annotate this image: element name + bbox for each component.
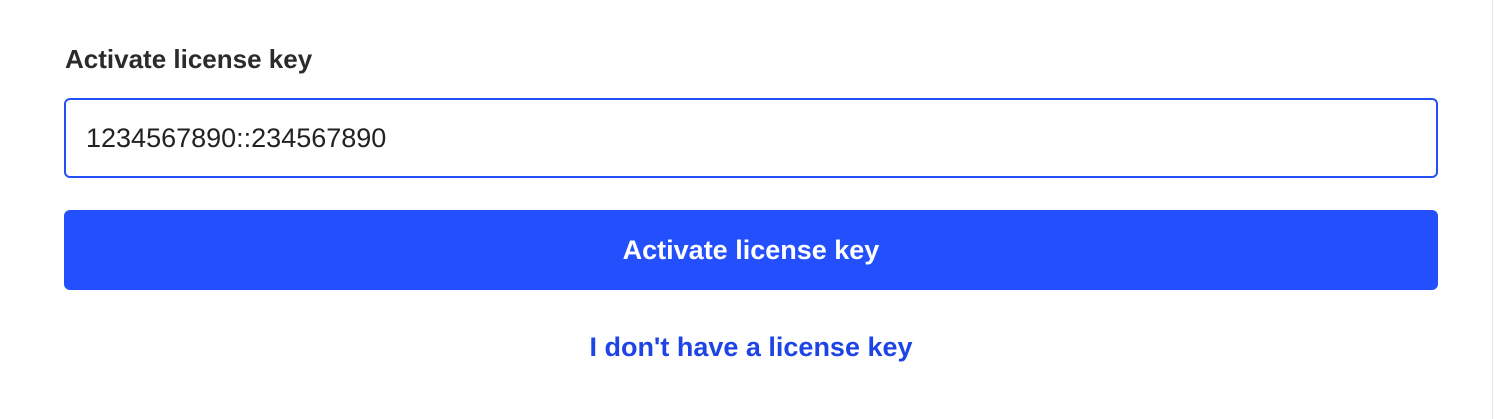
no-license-key-link[interactable]: I don't have a license key (0, 329, 1502, 365)
license-key-input[interactable] (64, 98, 1438, 178)
activate-license-button[interactable]: Activate license key (64, 210, 1438, 290)
license-key-label: Activate license key (65, 44, 313, 74)
license-activation-page: Activate license key Activate license ke… (0, 0, 1504, 419)
